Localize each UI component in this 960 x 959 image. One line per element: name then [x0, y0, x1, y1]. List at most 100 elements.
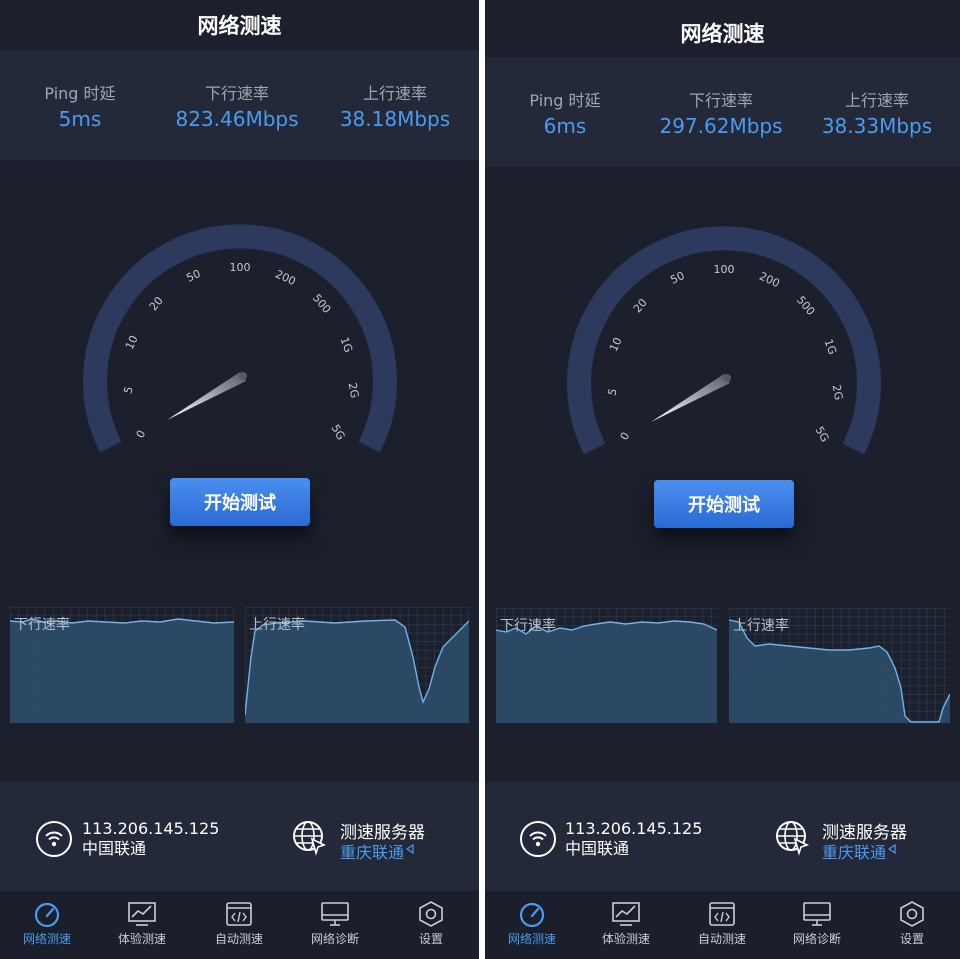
upload-value: 38.18Mbps	[339, 107, 451, 131]
triangle-indicator-icon[interactable]	[888, 844, 896, 854]
tab-label: 自动测速	[697, 932, 746, 946]
tab-label: 网络测速	[22, 932, 71, 946]
tab-auto-test[interactable]: 自动测速	[677, 891, 767, 947]
tab-auto-test[interactable]: 自动测速	[194, 891, 284, 947]
tab-label: 体验测速	[601, 932, 650, 946]
tab-label: 网络测速	[507, 932, 556, 946]
gauge-tick-1g: 1G	[822, 337, 840, 356]
tab-label: 自动测速	[214, 932, 263, 946]
gauge-tick-500: 500	[310, 292, 333, 316]
gauge-tick-10: 10	[123, 333, 141, 351]
tab-settings[interactable]: 设置	[867, 891, 957, 947]
code-icon	[226, 902, 252, 926]
gauge-needle	[167, 372, 246, 420]
download-stat: 下行速率 823.46Mbps	[157, 50, 317, 131]
network-info-bar: 113.206.145.125 中国联通 测速服务器 重庆联通	[485, 782, 960, 892]
hexagon-settings-icon	[900, 901, 924, 927]
gauge-needle	[651, 374, 730, 422]
bottom-tab-bar: 网络测速 体验测速 自动测速 网络诊断 设置	[485, 891, 960, 959]
gauge-tick-5: 5	[605, 387, 619, 397]
tab-label: 设置	[418, 932, 443, 946]
server-name[interactable]: 重庆联通	[340, 839, 404, 863]
tab-label: 网络诊断	[792, 932, 841, 946]
gauge-tick-200: 200	[757, 269, 782, 290]
speedometer-icon	[519, 902, 545, 927]
gauge-tick-5g: 5G	[813, 424, 832, 444]
globe-cursor-icon[interactable]	[292, 820, 328, 856]
ip-address: 113.206.145.125	[82, 819, 220, 838]
stats-panel: Ping 时延 5ms 下行速率 823.46Mbps 上行速率 38.18Mb…	[0, 50, 479, 160]
tab-label: 网络诊断	[310, 932, 359, 946]
gauge-tick-5: 5	[121, 385, 135, 395]
wifi-icon	[520, 821, 556, 857]
upload-stat: 上行速率 38.18Mbps	[315, 50, 475, 131]
stats-panel: Ping 时延 6ms 下行速率 297.62Mbps 上行速率 38.33Mb…	[485, 57, 960, 167]
ping-value: 5ms	[58, 107, 102, 131]
upload-chart-label: 上行速率	[733, 618, 789, 634]
globe-cursor-icon[interactable]	[775, 820, 811, 856]
download-label: 下行速率	[204, 84, 269, 103]
gauge-tick-1g: 1G	[338, 335, 356, 354]
gauge-ticks: 0 5 10 20 50 100 200 500 1G 2G 5G	[605, 263, 845, 444]
gauge-tick-0: 0	[134, 428, 149, 441]
upload-chart: 上行速率	[729, 608, 950, 723]
tab-experience-test[interactable]: 体验测速	[581, 891, 671, 947]
ping-label: Ping 时延	[44, 84, 116, 103]
monitor-icon	[321, 902, 349, 926]
upload-chart-label: 上行速率	[249, 617, 305, 633]
page-title: 网络测速	[197, 14, 282, 38]
tab-network-diagnosis[interactable]: 网络诊断	[290, 891, 380, 947]
bottom-tab-bar: 网络测速 体验测速 自动测速 网络诊断 设置	[0, 891, 479, 959]
isp-name: 中国联通	[565, 839, 630, 858]
gauge-tick-10: 10	[607, 335, 625, 353]
tab-experience-test[interactable]: 体验测速	[97, 891, 187, 947]
tab-network-diagnosis[interactable]: 网络诊断	[772, 891, 862, 947]
gauge-tick-200: 200	[273, 267, 298, 288]
gauge-tick-20: 20	[631, 296, 650, 315]
download-chart: 下行速率	[496, 608, 717, 723]
speedtest-screen-2: 网络测速 Ping 时延 6ms 下行速率 297.62Mbps 上行速率 38…	[485, 0, 960, 959]
monitor-icon	[803, 902, 831, 926]
tab-speed-test[interactable]: 网络测速	[487, 891, 577, 947]
code-icon	[709, 902, 735, 926]
download-value: 823.46Mbps	[175, 107, 299, 131]
page-title: 网络测速	[680, 22, 765, 46]
tab-settings[interactable]: 设置	[386, 891, 476, 947]
gauge-tick-50: 50	[184, 267, 202, 285]
upload-label: 上行速率	[362, 84, 427, 103]
download-chart-label: 下行速率	[14, 617, 70, 633]
wifi-icon	[36, 821, 72, 857]
upload-chart: 上行速率	[245, 607, 469, 723]
upload-stat: 上行速率 38.33Mbps	[797, 57, 957, 138]
gauge-tick-2g: 2G	[346, 382, 361, 400]
gauge-tick-0: 0	[618, 430, 633, 443]
download-chart: 下行速率	[10, 607, 234, 723]
download-value: 297.62Mbps	[659, 114, 783, 138]
download-stat: 下行速率 297.62Mbps	[641, 57, 801, 138]
gauge-needle-cap	[239, 372, 247, 380]
speedtest-screen-1: 网络测速 Ping 时延 5ms 下行速率 823.46Mbps 上行速率 38…	[0, 0, 479, 959]
tab-speed-test[interactable]: 网络测速	[2, 891, 92, 947]
download-label: 下行速率	[688, 91, 753, 110]
gauge-tick-500: 500	[794, 294, 817, 318]
server-name[interactable]: 重庆联通	[822, 839, 886, 863]
gauge-tick-2g: 2G	[830, 384, 845, 402]
start-test-button[interactable]: 开始测试	[170, 478, 310, 526]
upload-label: 上行速率	[844, 91, 909, 110]
start-test-button[interactable]: 开始测试	[654, 480, 794, 528]
gauge-tick-100: 100	[714, 263, 735, 276]
ip-address: 113.206.145.125	[565, 819, 703, 838]
gauge-tick-20: 20	[147, 294, 166, 313]
tab-label: 体验测速	[117, 932, 166, 946]
chart-icon	[128, 902, 156, 926]
gauge-needle-cap	[723, 374, 731, 382]
isp-name: 中国联通	[82, 839, 147, 858]
ping-stat: Ping 时延 6ms	[485, 57, 645, 138]
triangle-indicator-icon[interactable]	[406, 844, 414, 854]
ping-stat: Ping 时延 5ms	[0, 50, 160, 131]
download-chart-label: 下行速率	[500, 618, 556, 634]
gauge-tick-100: 100	[230, 261, 251, 274]
tab-label: 设置	[899, 932, 924, 946]
network-info-bar: 113.206.145.125 中国联通 测速服务器 重庆联通	[0, 782, 479, 892]
gauge-tick-50: 50	[668, 269, 686, 287]
